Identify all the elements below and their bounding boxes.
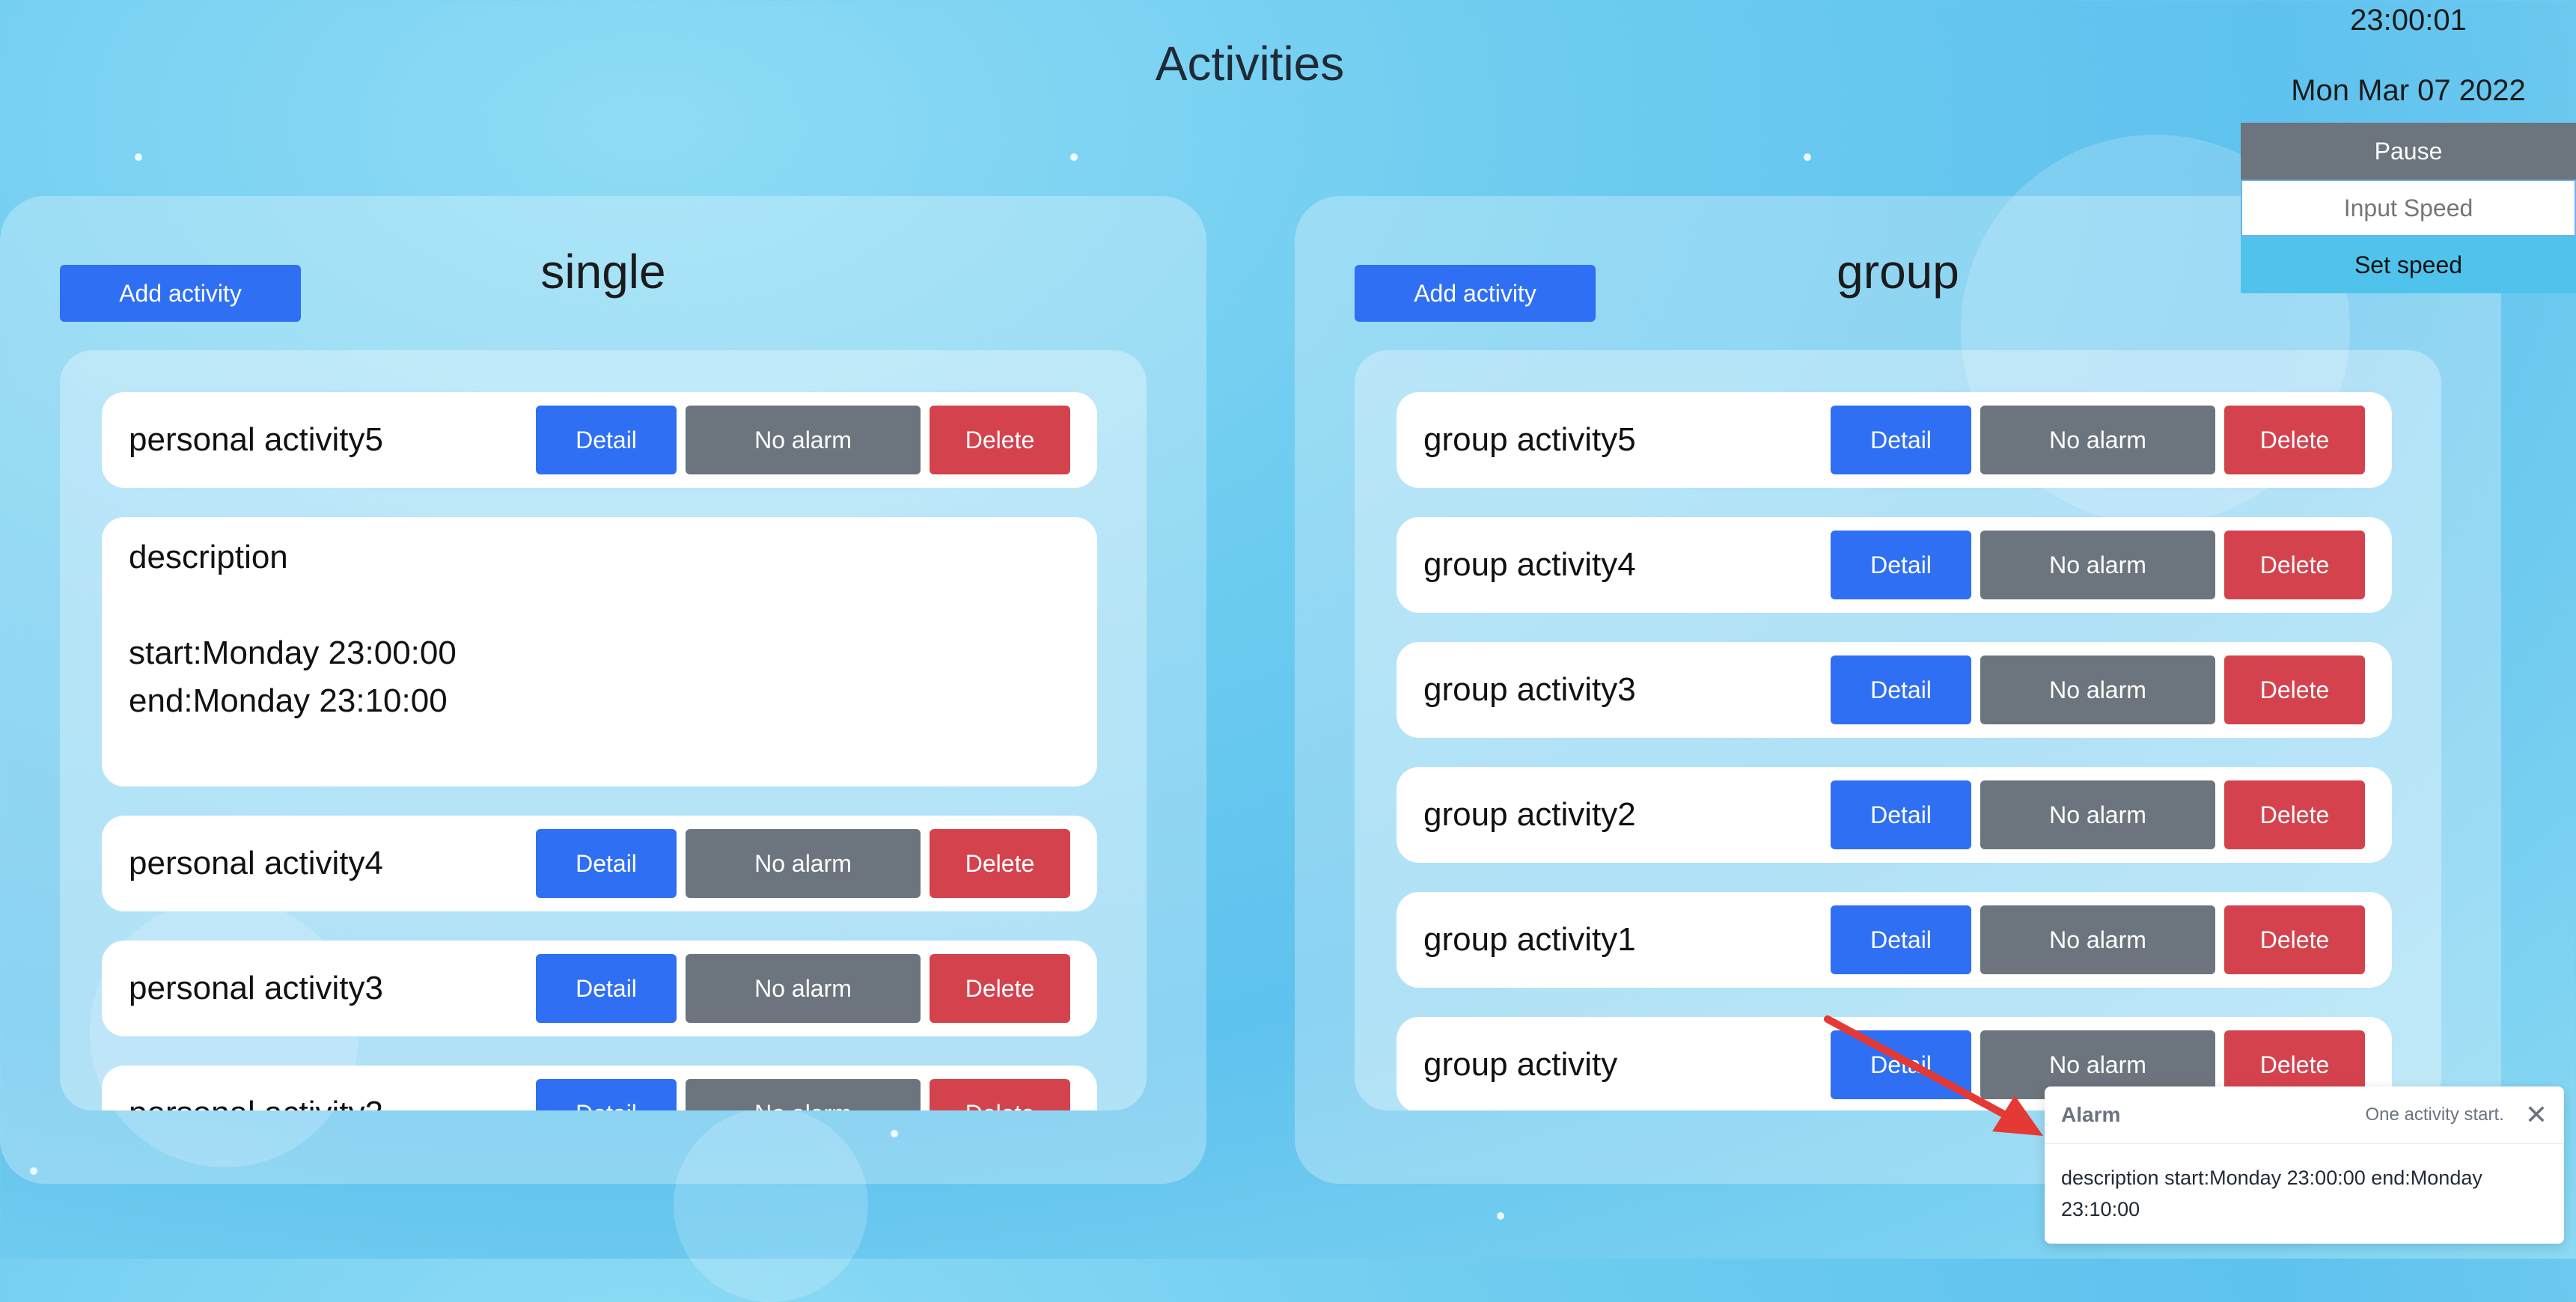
set-speed-button[interactable]: Set speed bbox=[2241, 236, 2576, 293]
activity-name: personal activity3 bbox=[129, 970, 383, 1006]
alarm-toggle-button[interactable]: No alarm bbox=[686, 1079, 921, 1110]
close-icon[interactable]: ✕ bbox=[2525, 1099, 2548, 1131]
delete-button[interactable]: Delete bbox=[2224, 905, 2365, 974]
alarm-toggle-button[interactable]: No alarm bbox=[686, 954, 921, 1023]
activity-list[interactable]: personal activity5 Detail No alarm Delet… bbox=[60, 350, 1147, 1110]
list-item: personal activity3 Detail No alarm Delet… bbox=[102, 941, 1097, 1036]
activity-name: group activity4 bbox=[1423, 546, 1636, 583]
alarm-toggle-button[interactable]: No alarm bbox=[1980, 780, 2215, 849]
pause-button[interactable]: Pause bbox=[2241, 123, 2576, 180]
detail-button[interactable]: Detail bbox=[1831, 406, 1971, 474]
detail-button[interactable]: Detail bbox=[536, 406, 677, 474]
list-item: group activity2 Detail No alarm Delete bbox=[1397, 767, 2392, 863]
panel-title-single: single bbox=[540, 245, 666, 299]
detail-end: end:Monday 23:10:00 bbox=[129, 682, 448, 719]
delete-button[interactable]: Delete bbox=[930, 954, 1070, 1023]
activity-name: personal activity4 bbox=[129, 845, 383, 881]
toast-title: Alarm bbox=[2061, 1103, 2121, 1126]
clock-widget: 23:00:01 Mon Mar 07 2022 Pause Set speed bbox=[2241, 0, 2576, 293]
delete-button[interactable]: Delete bbox=[2224, 531, 2365, 599]
delete-button[interactable]: Delete bbox=[2224, 655, 2365, 724]
alarm-toggle-button[interactable]: No alarm bbox=[686, 829, 921, 898]
background-dot bbox=[1804, 153, 1811, 161]
toast-body: description start:Monday 23:00:00 end:Mo… bbox=[2061, 1167, 2482, 1220]
detail-button[interactable]: Detail bbox=[1831, 905, 1971, 974]
detail-button[interactable]: Detail bbox=[1831, 531, 1971, 599]
list-item: personal activity2 Detail No alarm Delet… bbox=[102, 1066, 1097, 1110]
detail-button[interactable]: Detail bbox=[1831, 655, 1971, 724]
alarm-toast: Alarm One activity start. ✕ description … bbox=[2045, 1086, 2564, 1244]
list-item: group activity5 Detail No alarm Delete bbox=[1397, 392, 2392, 488]
delete-button[interactable]: Delete bbox=[2224, 406, 2365, 474]
toast-header: Alarm One activity start. ✕ bbox=[2045, 1086, 2564, 1144]
alarm-toggle-button[interactable]: No alarm bbox=[1980, 655, 2215, 724]
alarm-toggle-button[interactable]: No alarm bbox=[1980, 905, 2215, 974]
toast-subtitle: One activity start. bbox=[2365, 1104, 2504, 1125]
detail-button[interactable]: Detail bbox=[536, 1079, 677, 1110]
detail-start: start:Monday 23:00:00 bbox=[129, 635, 457, 671]
annotation-arrow-icon bbox=[1824, 1015, 2043, 1136]
detail-description: description bbox=[129, 539, 288, 575]
background-dot bbox=[135, 153, 142, 161]
delete-button[interactable]: Delete bbox=[2224, 780, 2365, 849]
activity-name: group activity3 bbox=[1423, 671, 1636, 708]
page-title: Activities bbox=[1155, 37, 1345, 91]
delete-button[interactable]: Delete bbox=[930, 406, 1070, 474]
activity-name: group activity2 bbox=[1423, 796, 1636, 833]
delete-button[interactable]: Delete bbox=[930, 1079, 1070, 1110]
background-dot bbox=[1070, 153, 1078, 161]
clock-date: Mon Mar 07 2022 bbox=[2291, 74, 2526, 107]
activity-name: personal activity2 bbox=[129, 1095, 536, 1110]
list-item: personal activity5 Detail No alarm Delet… bbox=[102, 392, 1097, 488]
background-dot bbox=[1497, 1212, 1504, 1220]
activity-list[interactable]: group activity5 Detail No alarm Delete g… bbox=[1355, 350, 2441, 1110]
alarm-toggle-button[interactable]: No alarm bbox=[1980, 531, 2215, 599]
detail-button[interactable]: Detail bbox=[536, 829, 677, 898]
alarm-toggle-button[interactable]: No alarm bbox=[686, 406, 921, 474]
activity-detail: description start:Monday 23:00:00 end:Mo… bbox=[102, 517, 1097, 786]
detail-button[interactable]: Detail bbox=[1831, 780, 1971, 849]
activity-name: group activity bbox=[1423, 1046, 1618, 1083]
list-item: group activity1 Detail No alarm Delete bbox=[1397, 892, 2392, 988]
speed-input[interactable] bbox=[2241, 180, 2576, 236]
alarm-toggle-button[interactable]: No alarm bbox=[1980, 406, 2215, 474]
delete-button[interactable]: Delete bbox=[930, 829, 1070, 898]
list-item: personal activity4 Detail No alarm Delet… bbox=[102, 816, 1097, 911]
list-item: group activity3 Detail No alarm Delete bbox=[1397, 642, 2392, 738]
single-panel: Add activity single personal activity5 D… bbox=[0, 196, 1206, 1184]
detail-button[interactable]: Detail bbox=[536, 954, 677, 1023]
clock-time: 23:00:01 bbox=[2350, 4, 2467, 37]
activity-name: group activity5 bbox=[1423, 421, 1636, 458]
list-item: group activity4 Detail No alarm Delete bbox=[1397, 517, 2392, 613]
activity-name: personal activity5 bbox=[129, 421, 383, 458]
activity-name: group activity1 bbox=[1423, 921, 1636, 958]
